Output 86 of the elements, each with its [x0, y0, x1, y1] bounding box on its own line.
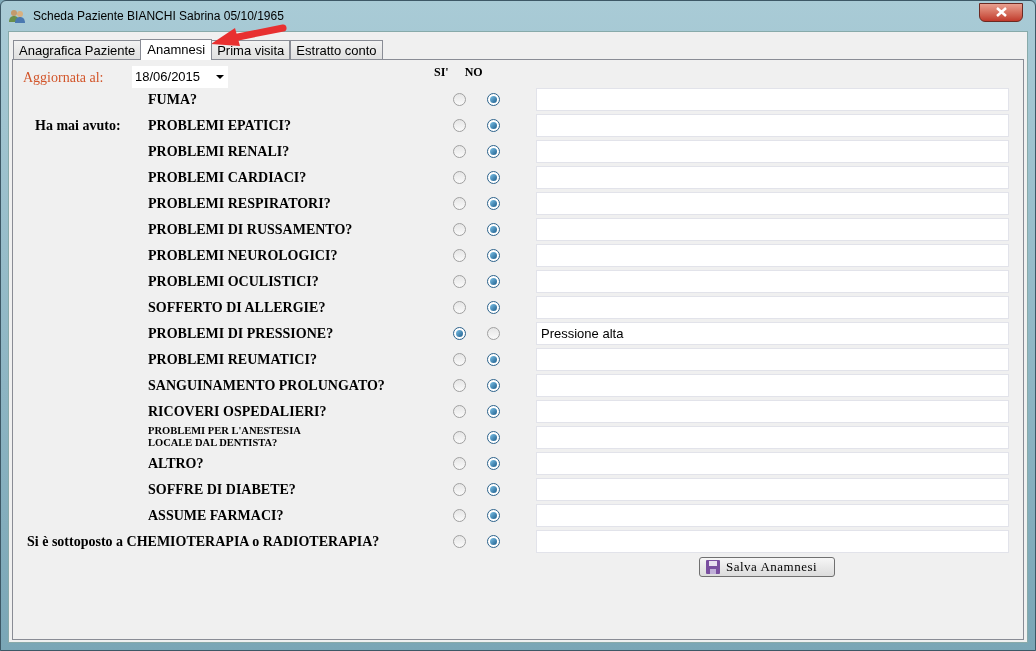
- question-label: ASSUME FARMACI?: [148, 506, 284, 525]
- question-label: FUMA?: [148, 90, 197, 109]
- radio-button[interactable]: [487, 248, 500, 262]
- radio-button[interactable]: [453, 274, 466, 288]
- radio-button[interactable]: [487, 326, 500, 340]
- updated-label: Aggiornata al:: [23, 68, 105, 87]
- question-label: Si è sottoposto a CHEMIOTERAPIA o RADIOTERAPIA?: [27, 532, 380, 551]
- close-button[interactable]: [979, 2, 1023, 22]
- radio-button[interactable]: [453, 456, 466, 470]
- input-field[interactable]: [536, 529, 1009, 553]
- input-field[interactable]: [536, 295, 1009, 319]
- close-icon: [995, 7, 1007, 17]
- section-label: Ha mai avuto:: [35, 118, 121, 133]
- radio-button[interactable]: [453, 326, 466, 340]
- input-field[interactable]: [536, 451, 1009, 475]
- input-field[interactable]: [536, 87, 1009, 111]
- question-label: PROBLEMI NEUROLOGICI?: [148, 246, 338, 265]
- radio-button[interactable]: [487, 144, 500, 158]
- radio-button[interactable]: [453, 404, 466, 418]
- input-field[interactable]: [536, 425, 1009, 449]
- column-header: NO: [464, 64, 483, 81]
- input-field[interactable]: Pressione alta: [536, 321, 1009, 345]
- question-label: PROBLEMI RESPIRATORI?: [148, 194, 331, 213]
- radio-button[interactable]: [453, 378, 466, 392]
- tab[interactable]: Anagrafica Paziente: [13, 40, 142, 59]
- question-label: PROBLEMI PER L'ANESTESIA LOCALE DAL DENTISTA?: [148, 425, 301, 449]
- radio-button[interactable]: [453, 92, 466, 106]
- question-label: PROBLEMI DI PRESSIONE?: [148, 324, 334, 343]
- radio-button[interactable]: [453, 118, 466, 132]
- save-button[interactable]: Salva Anamnesi: [699, 557, 835, 577]
- radio-button[interactable]: [453, 248, 466, 262]
- radio-button[interactable]: [453, 430, 466, 444]
- radio-button[interactable]: [487, 456, 500, 470]
- radio-button[interactable]: [487, 430, 500, 444]
- radio-button[interactable]: [487, 274, 500, 288]
- question-label: PROBLEMI EPATICI?: [148, 116, 291, 135]
- date-dropdown[interactable]: 18/06/2015: [132, 66, 228, 88]
- input-field[interactable]: [536, 139, 1009, 163]
- radio-button[interactable]: [487, 196, 500, 210]
- radio-button[interactable]: [487, 222, 500, 236]
- input-field[interactable]: [536, 477, 1009, 501]
- input-field[interactable]: [536, 113, 1009, 137]
- input-field[interactable]: [536, 243, 1009, 267]
- radio-button[interactable]: [453, 196, 466, 210]
- radio-button[interactable]: [487, 404, 500, 418]
- question-label: RICOVERI OSPEDALIERI?: [148, 402, 327, 421]
- input-field[interactable]: [536, 191, 1009, 215]
- window-title: Scheda Paziente BIANCHI Sabrina 05/10/1965: [33, 8, 284, 25]
- tab[interactable]: Estratto conto: [290, 40, 383, 59]
- question-label: PROBLEMI RENALI?: [148, 142, 290, 161]
- input-field[interactable]: [536, 399, 1009, 423]
- input-field[interactable]: [536, 217, 1009, 241]
- input-field[interactable]: [536, 503, 1009, 527]
- question-label: SOFFERTO DI ALLERGIE?: [148, 298, 326, 317]
- radio-button[interactable]: [487, 92, 500, 106]
- people-icon: [9, 8, 25, 24]
- radio-button[interactable]: [487, 378, 500, 392]
- radio-button[interactable]: [453, 534, 466, 548]
- radio-button[interactable]: [487, 508, 500, 522]
- radio-button[interactable]: [453, 170, 466, 184]
- question-label: SANGUINAMENTO PROLUNGATO?: [148, 376, 385, 395]
- radio-button[interactable]: [487, 352, 500, 366]
- question-label: PROBLEMI DI RUSSAMENTO?: [148, 220, 353, 239]
- radio-button[interactable]: [453, 352, 466, 366]
- question-label: PROBLEMI CARDIACI?: [148, 168, 307, 187]
- radio-button[interactable]: [453, 300, 466, 314]
- radio-button[interactable]: [487, 482, 500, 496]
- radio-button[interactable]: [487, 118, 500, 132]
- radio-button[interactable]: [453, 222, 466, 236]
- column-header: SI': [434, 64, 449, 81]
- caret-icon: [216, 75, 224, 79]
- question-label: ALTRO?: [148, 454, 204, 473]
- input-field[interactable]: [536, 165, 1009, 189]
- radio-button[interactable]: [453, 144, 466, 158]
- radio-button[interactable]: [487, 534, 500, 548]
- radio-button[interactable]: [453, 508, 466, 522]
- input-field[interactable]: [536, 373, 1009, 397]
- question-label: PROBLEMI REUMATICI?: [148, 350, 317, 369]
- radio-button[interactable]: [453, 482, 466, 496]
- question-label: PROBLEMI OCULISTICI?: [148, 272, 319, 291]
- input-field[interactable]: [536, 347, 1009, 371]
- radio-button[interactable]: [487, 300, 500, 314]
- radio-button[interactable]: [487, 170, 500, 184]
- input-field[interactable]: [536, 269, 1009, 293]
- question-label: SOFFRE DI DIABETE?: [148, 480, 296, 499]
- tab[interactable]: Anamnesi: [140, 39, 213, 60]
